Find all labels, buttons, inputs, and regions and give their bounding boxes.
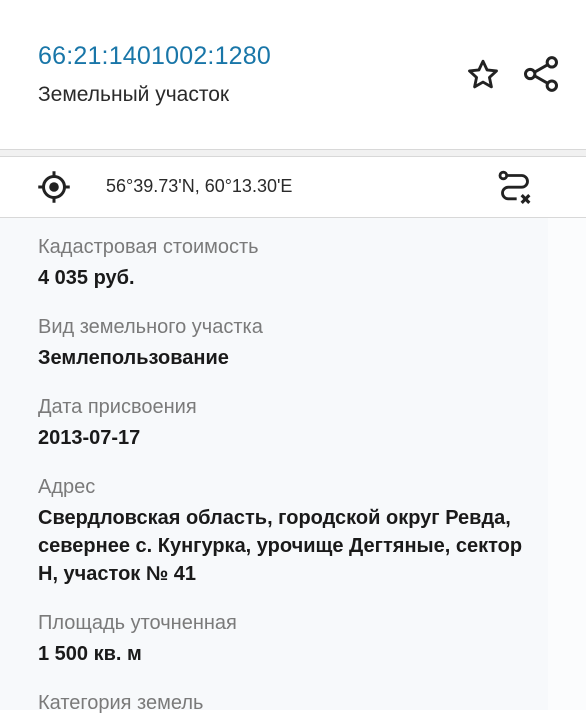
share-button[interactable] [518,52,564,96]
field-value: Землепользование [38,347,229,369]
route-icon [498,170,531,204]
field-area: Площадь уточненная 1 500 кв. м [38,610,558,668]
locate-button[interactable] [30,163,78,211]
field-value: 2013-07-17 [38,427,141,449]
object-type: Земельный участок [38,83,230,106]
field-value: 1 500 кв. м [38,643,142,665]
parcel-header: 66:21:1401002:1280 Земельный участок [0,0,586,150]
share-icon [524,56,558,92]
field-label: Кадастровая стоимость [38,236,259,258]
parcel-info-panel: Кадастровая стоимость 4 035 руб. Вид зем… [0,218,586,714]
field-label: Дата присвоения [38,396,197,418]
field-land-category: Категория земель [38,690,558,720]
star-outline-icon [468,59,498,89]
field-value: Свердловская область, городской округ Ре… [38,507,523,585]
info-content: Кадастровая стоимость 4 035 руб. Вид зем… [0,218,548,714]
field-label: Площадь уточненная [38,612,237,634]
coordinates-row: 56°39.73'N, 60°13.30'E [0,156,586,218]
favorite-button[interactable] [460,55,506,95]
route-button[interactable] [490,163,540,213]
field-parcel-kind: Вид земельного участка Землепользование [38,314,558,372]
field-label: Вид земельного участка [38,316,263,338]
field-address: Адрес Свердловская область, городской ок… [38,474,558,588]
crosshair-location-icon [38,171,70,203]
cadastral-number[interactable]: 66:21:1401002:1280 [38,42,271,71]
field-assignment-date: Дата присвоения 2013-07-17 [38,394,558,452]
coordinates-text[interactable]: 56°39.73'N, 60°13.30'E [106,176,292,197]
field-cadastral-value: Кадастровая стоимость 4 035 руб. [38,234,558,292]
field-value: 4 035 руб. [38,267,135,289]
field-label: Категория земель [38,692,204,714]
field-label: Адрес [38,476,96,498]
